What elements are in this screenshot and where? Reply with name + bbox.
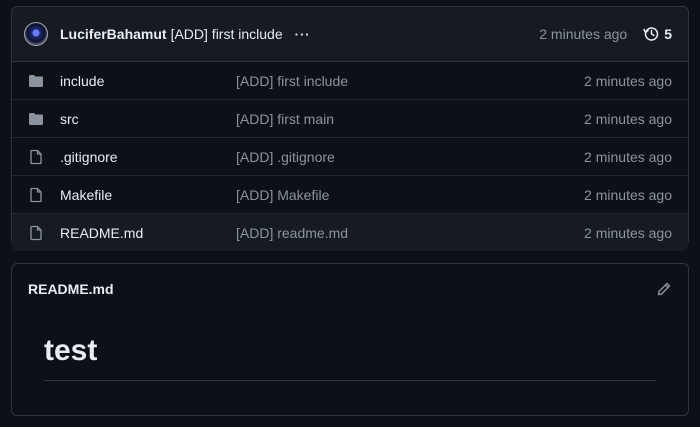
file-name-link[interactable]: README.md bbox=[60, 225, 143, 241]
folder-icon bbox=[28, 73, 44, 89]
file-commit-message-link[interactable]: [ADD] first main bbox=[236, 111, 334, 127]
file-name-link[interactable]: include bbox=[60, 73, 104, 89]
history-icon bbox=[643, 27, 659, 41]
readme-title[interactable]: README.md bbox=[28, 281, 114, 297]
file-name-link[interactable]: .gitignore bbox=[60, 149, 118, 165]
edit-readme-button[interactable] bbox=[656, 281, 672, 297]
commit-message[interactable]: [ADD] first include bbox=[171, 26, 283, 42]
file-row-src[interactable]: src [ADD] first main 2 minutes ago bbox=[12, 100, 688, 138]
file-commit-message-link[interactable]: [ADD] .gitignore bbox=[236, 149, 335, 165]
file-commit-time: 2 minutes ago bbox=[584, 72, 672, 89]
file-row-include[interactable]: include [ADD] first include 2 minutes ago bbox=[12, 62, 688, 100]
file-row-makefile[interactable]: Makefile [ADD] Makefile 2 minutes ago bbox=[12, 176, 688, 214]
readme-panel: README.md test bbox=[11, 263, 689, 416]
readme-heading: test bbox=[44, 334, 656, 381]
commit-time[interactable]: 2 minutes ago bbox=[539, 26, 627, 42]
file-commit-message-link[interactable]: [ADD] Makefile bbox=[236, 187, 329, 203]
folder-icon bbox=[28, 111, 44, 127]
expand-commit-button[interactable]: ··· bbox=[295, 27, 311, 42]
latest-commit-bar: LuciferBahamut [ADD] first include ··· 2… bbox=[12, 7, 688, 62]
file-commit-time: 2 minutes ago bbox=[584, 186, 672, 203]
file-commit-time: 2 minutes ago bbox=[584, 148, 672, 165]
file-commit-time: 2 minutes ago bbox=[584, 224, 672, 241]
commit-author[interactable]: LuciferBahamut bbox=[60, 26, 167, 42]
file-commit-message-link[interactable]: [ADD] readme.md bbox=[236, 225, 348, 241]
file-row-readme-md[interactable]: README.md [ADD] readme.md 2 minutes ago bbox=[12, 214, 688, 251]
file-icon bbox=[28, 149, 44, 165]
author-avatar[interactable] bbox=[24, 22, 48, 46]
file-commit-message-link[interactable]: [ADD] first include bbox=[236, 73, 348, 89]
readme-header: README.md bbox=[12, 264, 688, 314]
file-icon bbox=[28, 225, 44, 241]
pencil-icon bbox=[657, 282, 671, 296]
file-commit-time: 2 minutes ago bbox=[584, 110, 672, 127]
file-list: include [ADD] first include 2 minutes ago s… bbox=[12, 62, 688, 251]
file-name-link[interactable]: src bbox=[60, 111, 79, 127]
file-name-link[interactable]: Makefile bbox=[60, 187, 112, 203]
file-browser: LuciferBahamut [ADD] first include ··· 2… bbox=[11, 6, 689, 251]
file-icon bbox=[28, 187, 44, 203]
readme-content: test bbox=[12, 334, 688, 381]
history-count: 5 bbox=[664, 26, 672, 42]
file-row-gitignore[interactable]: .gitignore [ADD] .gitignore 2 minutes ago bbox=[12, 138, 688, 176]
commit-history-link[interactable]: 5 bbox=[643, 26, 672, 42]
